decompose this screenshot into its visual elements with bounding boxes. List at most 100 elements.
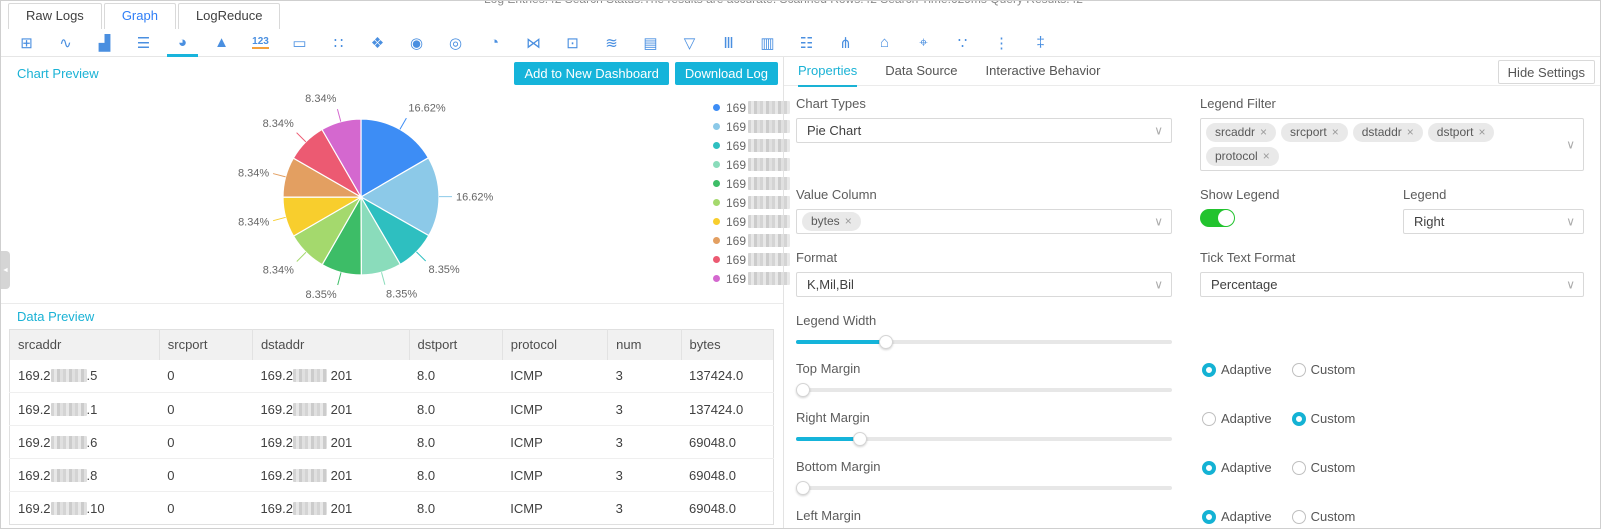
format-select[interactable]: K,Mil,Bil ∨	[796, 272, 1172, 297]
dot-matrix-icon[interactable]: ∷	[319, 29, 358, 57]
remove-tag-icon[interactable]: ×	[1263, 149, 1270, 163]
panel-collapse-handle[interactable]: ◄	[1, 251, 10, 289]
legend-item[interactable]: 169	[713, 231, 791, 250]
slider-track[interactable]	[796, 388, 1172, 392]
remove-tag-icon[interactable]: ×	[845, 214, 852, 228]
show-legend-toggle[interactable]	[1200, 209, 1235, 227]
legend-item[interactable]: 169	[713, 212, 791, 231]
cell-bytes: 69048.0	[681, 425, 774, 459]
flow-chart-icon[interactable]: ⊡	[553, 29, 592, 57]
settings-tab-data-source[interactable]: Data Source	[885, 57, 957, 86]
table-row[interactable]: 169.2.10 0 169.2 201 8.0 ICMP 3 69048.0	[10, 492, 774, 525]
legend-item[interactable]: 169	[713, 136, 791, 155]
slider-handle[interactable]	[852, 432, 867, 446]
radio-adaptive[interactable]: Adaptive	[1202, 411, 1272, 426]
table-row[interactable]: 169.2.1 0 169.2 201 8.0 ICMP 3 137424.0	[9, 392, 774, 426]
treemap-icon[interactable]: ▤	[631, 29, 670, 57]
legend-item[interactable]: 169	[713, 269, 791, 288]
scatter-chart-icon[interactable]: ∵	[943, 29, 982, 57]
radio-adaptive[interactable]: Adaptive	[1202, 460, 1272, 475]
legend-color-dot	[713, 237, 720, 244]
histogram-icon[interactable]: Ⅲ	[709, 29, 748, 57]
radio-adaptive[interactable]: Adaptive	[1202, 509, 1272, 524]
sankey-icon[interactable]: ⋔	[826, 29, 865, 57]
dot-column-icon[interactable]: ⋮	[982, 29, 1021, 57]
legend-color-dot	[713, 161, 720, 168]
legend-filter-select[interactable]: srcaddr × srcport × dstaddr × dstport × protocol…	[1200, 118, 1584, 171]
legend-position-select[interactable]: Right ∨	[1403, 209, 1584, 234]
right-margin-label: Right Margin	[796, 410, 870, 425]
table-icon: ⊞	[20, 34, 33, 52]
remove-tag-icon[interactable]: ×	[1332, 125, 1339, 139]
radio-custom[interactable]: Custom	[1291, 460, 1355, 475]
slider-handle[interactable]	[796, 383, 810, 397]
legend-item[interactable]: 169	[713, 193, 791, 212]
remove-tag-icon[interactable]: ×	[1407, 125, 1414, 139]
table-row[interactable]: 169.2.5 0 169.2 201 8.0 ICMP 3 137424.0	[9, 359, 774, 393]
legend-item[interactable]: 169	[713, 155, 791, 174]
slider-track[interactable]	[796, 486, 1172, 490]
bar-chart-icon[interactable]: ☰	[124, 29, 163, 57]
pie-chart-svg[interactable]: 16.62% 16.62% 8.35% 8.35% 8.35% 8.34% 8.34% 8.3…	[1, 89, 701, 303]
slider-handle[interactable]	[796, 481, 810, 495]
legend-item[interactable]: 169	[713, 174, 791, 193]
settings-tab-interactive-behavior[interactable]: Interactive Behavior	[986, 57, 1101, 86]
column-3d-icon[interactable]: ▥	[748, 29, 787, 57]
redacted-text	[292, 468, 327, 482]
legend-item-label: 169	[726, 157, 747, 172]
word-cloud-icon[interactable]: ≋	[592, 29, 631, 57]
legend-item[interactable]: 169	[713, 117, 791, 136]
tag-dstport: dstport ×	[1427, 123, 1495, 142]
cross-chart-icon: ⋈	[526, 34, 541, 52]
gauge-3d-icon[interactable]: ◔	[475, 29, 514, 57]
top-margin-slider[interactable]	[796, 383, 1172, 397]
cell-dstaddr: 169.2 201	[252, 359, 410, 393]
chevron-down-icon: ∨	[1154, 276, 1163, 291]
remove-tag-icon[interactable]: ×	[1260, 125, 1267, 139]
matrix-table-icon[interactable]: ☷	[787, 29, 826, 57]
cross-chart-icon[interactable]: ⋈	[514, 29, 553, 57]
radio-custom[interactable]: Custom	[1291, 362, 1355, 377]
legend-item[interactable]: 169	[713, 98, 791, 117]
chart-types-select[interactable]: Pie Chart ∨	[796, 118, 1172, 143]
table-icon[interactable]: ⊞	[7, 29, 46, 57]
legend-width-slider[interactable]	[796, 335, 1172, 349]
value-column-select[interactable]: bytes × ∨	[796, 209, 1172, 234]
cell-bytes: 137424.0	[681, 359, 774, 393]
progress-bar-icon[interactable]: ▭	[280, 29, 319, 57]
china-map-icon[interactable]: ❖	[358, 29, 397, 57]
tab-logreduce[interactable]: LogReduce	[177, 3, 281, 29]
line-chart-icon[interactable]: ∿	[46, 29, 85, 57]
tick-text-format-select[interactable]: Percentage ∨	[1200, 272, 1584, 297]
download-log-button[interactable]: Download Log	[674, 61, 778, 85]
hide-settings-button[interactable]: Hide Settings	[1497, 60, 1595, 84]
table-row[interactable]: 169.2.8 0 169.2 201 8.0 ICMP 3 69048.0	[9, 458, 774, 492]
cell-protocol: ICMP	[502, 425, 608, 459]
slider-handle[interactable]	[879, 335, 894, 349]
location-route-icon[interactable]: ⌖	[904, 29, 943, 57]
map-3d-icon[interactable]: ⌂	[865, 29, 904, 57]
tab-raw-logs[interactable]: Raw Logs	[8, 3, 102, 29]
radio-adaptive[interactable]: Adaptive	[1202, 362, 1272, 377]
add-to-dashboard-button[interactable]: Add to New Dashboard	[514, 61, 669, 85]
pie-chart-icon[interactable]: ◕	[163, 29, 202, 57]
funnel-icon[interactable]: ▽	[670, 29, 709, 57]
right-margin-slider[interactable]	[796, 432, 1172, 446]
legend-item[interactable]: 169	[713, 250, 791, 269]
single-value-icon[interactable]: 123	[241, 29, 280, 57]
candlestick-icon: ‡	[1036, 34, 1045, 51]
column-chart-icon[interactable]: ▟	[85, 29, 124, 57]
radio-custom[interactable]: Custom	[1291, 509, 1355, 524]
candlestick-icon[interactable]: ‡	[1021, 29, 1060, 57]
remove-tag-icon[interactable]: ×	[1478, 125, 1485, 139]
radio-custom[interactable]: Custom	[1291, 411, 1355, 426]
area-chart-icon[interactable]: ▲	[202, 29, 241, 57]
settings-tab-properties[interactable]: Properties	[798, 57, 858, 87]
bottom-margin-slider[interactable]	[796, 481, 1172, 495]
pie-label-leader	[296, 132, 307, 143]
world-map-icon[interactable]: ◉	[397, 29, 436, 57]
table-row[interactable]: 169.2.6 0 169.2 201 8.0 ICMP 3 69048.0	[9, 425, 774, 459]
pin-map-icon[interactable]: ◎	[436, 29, 475, 57]
tab-graph[interactable]: Graph	[103, 3, 176, 29]
data-preview-table: srcaddr srcport dstaddr dstport protocol num b…	[9, 329, 774, 525]
